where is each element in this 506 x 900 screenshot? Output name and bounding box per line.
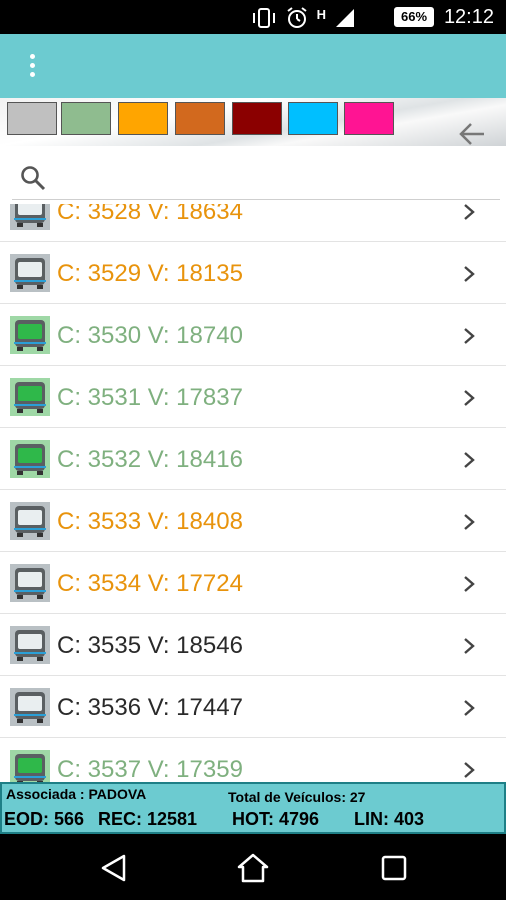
vibrate-icon (252, 8, 275, 28)
color-filter-gray[interactable] (7, 102, 57, 135)
vehicle-row[interactable]: C: 3537 V: 17359 (0, 738, 506, 782)
vehicle-row[interactable]: C: 3533 V: 18408 (0, 490, 506, 552)
chevron-right-icon (464, 204, 475, 220)
chevron-right-icon (464, 266, 475, 282)
alarm-icon (287, 7, 307, 28)
bus-icon (10, 688, 50, 726)
associada-label: Associada : PADOVA (6, 786, 147, 802)
bus-icon (10, 316, 50, 354)
vehicle-label: C: 3535 V: 18546 (57, 632, 243, 659)
rec-stat: REC: 12581 (98, 809, 198, 829)
bus-icon (10, 440, 50, 478)
chevron-right-icon (464, 700, 475, 716)
vehicle-label: C: 3531 V: 17837 (57, 384, 243, 411)
total-vehicles-label: Total de Veículos: 27 (228, 789, 366, 805)
vehicle-label: C: 3536 V: 17447 (57, 694, 243, 721)
vehicle-row[interactable]: C: 3534 V: 17724 (0, 552, 506, 614)
bus-icon (10, 626, 50, 664)
vehicle-label: C: 3532 V: 18416 (57, 446, 243, 473)
app-bar (0, 34, 506, 98)
chevron-right-icon (464, 328, 475, 344)
search-icon (21, 166, 46, 191)
battery-indicator: 66% (394, 7, 434, 27)
summary-footer: Associada : PADOVA Total de Veículos: 27… (0, 782, 506, 834)
color-filter-sky-blue[interactable] (288, 102, 338, 135)
vehicle-row[interactable]: C: 3528 V: 18634 (0, 204, 506, 242)
bus-icon (10, 564, 50, 602)
vehicle-row[interactable]: C: 3529 V: 18135 (0, 242, 506, 304)
vehicle-list-inner: C: 3528 V: 18634 C: 3529 V: 18135 C: 3530 … (0, 204, 506, 782)
color-filter-orange[interactable] (118, 102, 168, 135)
color-filter-green[interactable] (61, 102, 111, 135)
eod-stat: EOD: 566 (4, 809, 85, 829)
bus-icon (10, 378, 50, 416)
network-type: H (316, 6, 326, 22)
vehicle-row[interactable]: C: 3536 V: 17447 (0, 676, 506, 738)
color-filter-dark-orange[interactable] (175, 102, 225, 135)
clock: 12:12 (443, 6, 494, 28)
vehicle-row[interactable]: C: 3531 V: 17837 (0, 366, 506, 428)
vehicle-label: C: 3534 V: 17724 (57, 570, 243, 597)
home-nav-icon[interactable] (237, 852, 269, 884)
recents-nav-icon[interactable] (378, 852, 410, 884)
vehicle-label: C: 3533 V: 18408 (57, 508, 243, 535)
bus-icon (10, 502, 50, 540)
vehicle-row[interactable]: C: 3535 V: 18546 (0, 614, 506, 676)
navigation-bar (0, 834, 506, 900)
chevron-right-icon (464, 514, 475, 530)
vehicle-label: C: 3537 V: 17359 (57, 756, 243, 782)
chevron-right-icon (464, 452, 475, 468)
vehicle-label: C: 3529 V: 18135 (57, 260, 243, 287)
status-bar: H 66% 12:12 (0, 0, 506, 34)
back-arrow-icon[interactable] (458, 120, 486, 148)
bus-icon (10, 204, 50, 230)
color-filter-strip (0, 98, 506, 146)
chevron-right-icon (464, 762, 475, 778)
search-bar (0, 146, 506, 204)
vehicle-row[interactable]: C: 3532 V: 18416 (0, 428, 506, 490)
vehicle-list: C: 3528 V: 18634 C: 3529 V: 18135 C: 3530 … (0, 204, 506, 782)
search-underline (12, 199, 500, 200)
chevron-right-icon (464, 576, 475, 592)
hot-stat: HOT: 4796 (232, 809, 320, 829)
vehicle-row[interactable]: C: 3530 V: 18740 (0, 304, 506, 366)
chevron-right-icon (464, 390, 475, 406)
chevron-right-icon (464, 638, 475, 654)
search-input[interactable] (58, 160, 488, 192)
lin-stat: LIN: 403 (354, 809, 425, 829)
vehicle-label: C: 3530 V: 18740 (57, 322, 243, 349)
back-nav-icon[interactable] (98, 852, 130, 884)
bus-icon (10, 750, 50, 782)
color-filter-dark-red[interactable] (232, 102, 282, 135)
status-icons: H (251, 6, 356, 30)
bus-icon (10, 254, 50, 292)
vehicle-label: C: 3528 V: 18634 (57, 204, 243, 225)
signal-icon (336, 9, 354, 27)
overflow-menu-icon[interactable] (22, 54, 42, 80)
color-filter-pink[interactable] (344, 102, 394, 135)
